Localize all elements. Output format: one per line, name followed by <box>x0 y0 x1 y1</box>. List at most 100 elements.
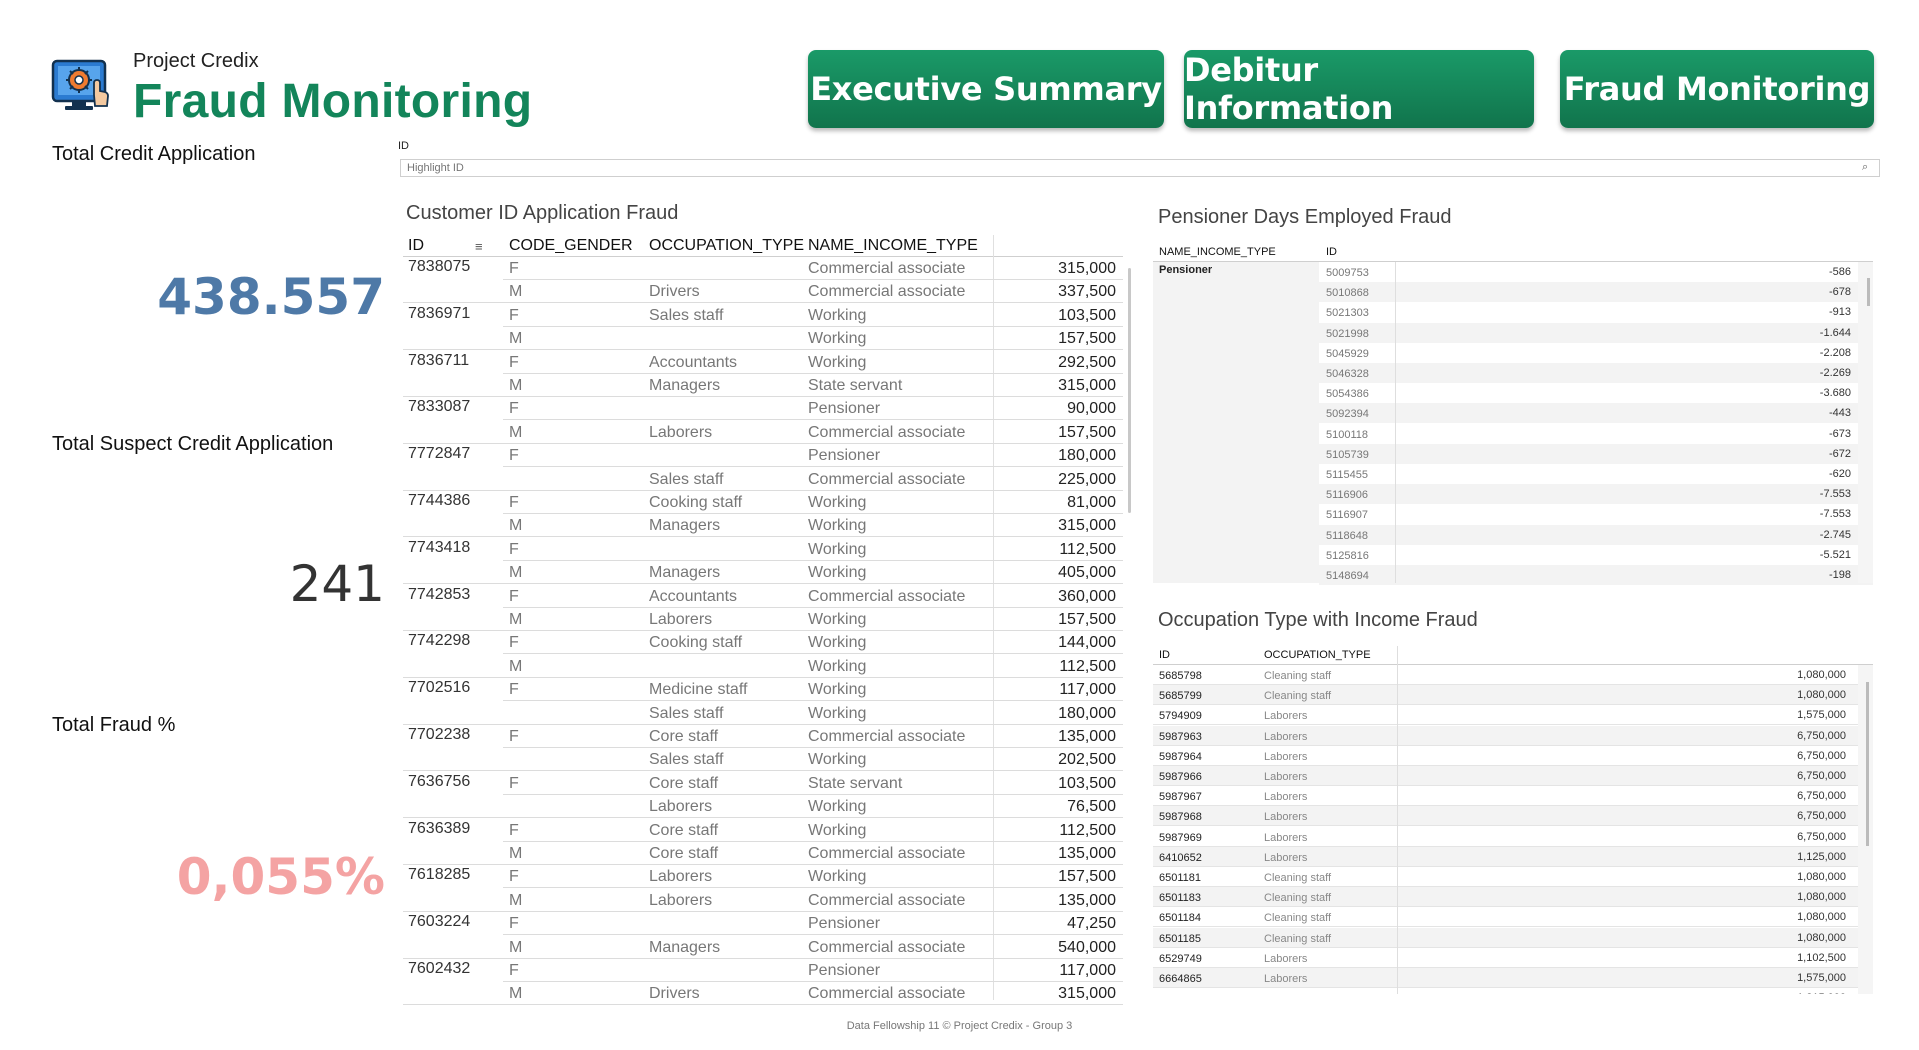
table-row[interactable]: 5987969 Laborers 6,750,000 <box>1153 827 1858 847</box>
table-row[interactable]: 7833087 F Pensioner 90,000 <box>403 397 1123 421</box>
table-row[interactable]: 5115455 -620 <box>1319 464 1873 484</box>
column-header-id[interactable]: ID <box>1326 246 1337 258</box>
cell-id: 5021303 <box>1326 307 1369 320</box>
cell-id: 6501184 <box>1159 912 1202 925</box>
table-row[interactable]: M Managers Working 405,000 <box>403 561 1123 585</box>
table-row[interactable]: 5021998 -1.644 <box>1319 322 1873 343</box>
table-row[interactable]: 7836971 F Sales staff Working 103,500 <box>403 304 1123 327</box>
table-row[interactable]: 5987964 Laborers 6,750,000 <box>1153 746 1858 766</box>
sort-icon[interactable]: ≡ <box>475 239 483 254</box>
footer-text: Data Fellowship 11 © Project Credix - Gr… <box>846 1020 1073 1032</box>
column-header-gender[interactable]: CODE_GENDER <box>509 237 633 255</box>
table-row[interactable]: 5054386 -3.680 <box>1319 383 1873 403</box>
cell-amount: 135,000 <box>1058 845 1116 862</box>
column-header-id[interactable]: ID <box>408 237 424 255</box>
table-row[interactable]: M Working 157,500 <box>403 327 1123 351</box>
scrollbar[interactable] <box>1128 268 1131 513</box>
table-row[interactable]: 7603224 F Pensioner 47,250 <box>403 912 1123 936</box>
table-row[interactable]: 6501181 Cleaning staff 1,080,000 <box>1153 867 1858 887</box>
table-row[interactable]: 7702238 F Core staff Commercial associate 13… <box>403 725 1123 748</box>
table-row[interactable]: 5045929 -2.208 <box>1319 343 1873 363</box>
highlight-id-input[interactable] <box>400 159 1880 177</box>
cell-occupation: Managers <box>649 517 721 535</box>
table-row[interactable]: M Laborers Working 157,500 <box>403 608 1123 631</box>
cell-days-employed: -2.208 <box>1819 346 1851 359</box>
table-row[interactable]: 7742298 F Cooking staff Working 144,000 <box>403 631 1123 655</box>
column-header-id[interactable]: ID <box>1159 649 1170 661</box>
row-divider <box>403 1004 1123 1006</box>
table-row[interactable]: 6501183 Cleaning staff 1,080,000 <box>1153 887 1858 908</box>
table-row[interactable]: M Managers State servant 315,000 <box>403 374 1123 397</box>
table-row[interactable]: 5987966 Laborers 6,750,000 <box>1153 766 1858 786</box>
table-row[interactable]: Laborers Working 76,500 <box>403 795 1123 819</box>
table-row[interactable]: Sales staff Working 202,500 <box>403 748 1123 772</box>
table-row[interactable]: 5046328 -2.269 <box>1319 363 1873 383</box>
table-row[interactable]: 5010868 -678 <box>1319 282 1873 303</box>
table-row[interactable]: 7636389 F Core staff Working 112,500 <box>403 819 1123 842</box>
table-row[interactable]: 7838075 F Commercial associate 315,000 <box>403 257 1123 280</box>
table-row[interactable]: 5987963 Laborers 6,750,000 <box>1153 725 1858 746</box>
table-row[interactable]: M Laborers Commercial associate 135,000 <box>403 889 1123 912</box>
table-row[interactable]: 5021303 -913 <box>1319 302 1873 322</box>
column-divider <box>1395 262 1396 583</box>
table-row[interactable]: 5685799 Cleaning staff 1,080,000 <box>1153 685 1858 706</box>
column-header-income-type[interactable]: NAME_INCOME_TYPE <box>1159 246 1276 258</box>
table-row[interactable]: 5105739 -672 <box>1319 443 1873 464</box>
table-row[interactable]: 5148694 -198 <box>1319 565 1873 585</box>
table-row[interactable]: M Laborers Commercial associate 157,500 <box>403 421 1123 444</box>
table-row[interactable]: 5116907 -7.553 <box>1319 504 1873 524</box>
table-row[interactable]: 7742853 F Accountants Commercial associate 3… <box>403 585 1123 608</box>
table-row[interactable]: M Drivers Commercial associate 315,000 <box>403 982 1123 1006</box>
scrollbar[interactable] <box>1866 682 1869 846</box>
table-row[interactable]: M Managers Working 315,000 <box>403 514 1123 538</box>
cell-amount: 315,000 <box>1058 985 1116 1003</box>
cell-occupation: Laborers <box>649 611 713 628</box>
table-row[interactable]: 7836711 F Accountants Working 292,500 <box>403 351 1123 374</box>
table-row[interactable]: 7743418 F Working 112,500 <box>403 538 1123 561</box>
table-row[interactable]: 5116906 -7.553 <box>1319 484 1873 505</box>
scrollbar[interactable] <box>1867 278 1870 306</box>
cell-income-type: Commercial associate <box>808 845 966 862</box>
table-row[interactable]: 7618285 F Laborers Working 157,500 <box>403 865 1123 889</box>
executive-summary-button[interactable]: Executive Summary <box>808 50 1164 128</box>
table-row[interactable]: 5987968 Laborers 6,750,000 <box>1153 806 1858 827</box>
table-row[interactable]: M Drivers Commercial associate 337,500 <box>403 280 1123 304</box>
cell-amount: 315,000 <box>1058 517 1116 535</box>
table-row[interactable]: 5794909 Laborers 1,575,000 <box>1153 705 1858 726</box>
table-row[interactable]: 7744386 F Cooking staff Working 81,000 <box>403 491 1123 514</box>
table-row[interactable]: Sales staff Commercial associate 225,000 <box>403 468 1123 491</box>
table-row[interactable]: M Working 112,500 <box>403 655 1123 678</box>
fraud-monitoring-button[interactable]: Fraud Monitoring <box>1560 50 1874 128</box>
table-row[interactable]: 6501184 Cleaning staff 1,080,000 <box>1153 907 1858 928</box>
table-row[interactable]: 7702516 F Medicine staff Working 117,000 <box>403 678 1123 702</box>
cell-id: 6501185 <box>1159 932 1202 945</box>
table-row[interactable]: 5118648 -2.745 <box>1319 524 1873 545</box>
column-header-income-type[interactable]: NAME_INCOME_TYPE <box>808 237 978 255</box>
column-header-occupation[interactable]: OCCUPATION_TYPE <box>1264 649 1371 661</box>
cell-occupation: Laborers <box>1264 730 1308 743</box>
cell-amount: 540,000 <box>1058 938 1116 956</box>
cell-amount: 315,000 <box>1058 377 1116 394</box>
cell-occupation: Sales staff <box>649 751 724 769</box>
table-row[interactable]: 5009753 -586 <box>1319 262 1873 282</box>
table-header: NAME_INCOME_TYPE ID <box>1153 243 1873 262</box>
table-row[interactable]: 6529749 Laborers 1,102,500 <box>1153 948 1858 968</box>
table-row[interactable]: 6501185 Cleaning staff 1,080,000 <box>1153 927 1858 948</box>
column-header-occupation[interactable]: OCCUPATION_TYPE <box>649 237 804 255</box>
table-row[interactable]: M Core staff Commercial associate 135,000 <box>403 842 1123 865</box>
table-row[interactable]: 5685798 Cleaning staff 1,080,000 <box>1153 665 1858 685</box>
table-row[interactable]: 6743545 Sales staff 1,215,000 <box>1153 988 1858 994</box>
table-row[interactable]: 5125816 -5.521 <box>1319 545 1873 565</box>
table-row[interactable]: M Managers Commercial associate 540,000 <box>403 936 1123 959</box>
table-row[interactable]: 5092394 -443 <box>1319 403 1873 424</box>
table-row[interactable]: 6410652 Laborers 1,125,000 <box>1153 846 1858 867</box>
table-row[interactable]: 7636756 F Core staff State servant 103,500 <box>403 772 1123 795</box>
table-row[interactable]: 7772847 F Pensioner 180,000 <box>403 444 1123 468</box>
table-row[interactable]: Sales staff Working 180,000 <box>403 702 1123 725</box>
debitur-information-button[interactable]: Debitur Information <box>1184 50 1534 128</box>
table-row[interactable]: 7602432 F Pensioner 117,000 <box>403 959 1123 982</box>
search-icon[interactable]: ⌕ <box>1862 161 1868 174</box>
table-row[interactable]: 5100118 -673 <box>1319 424 1873 444</box>
table-row[interactable]: 6664865 Laborers 1,575,000 <box>1153 968 1858 988</box>
table-row[interactable]: 5987967 Laborers 6,750,000 <box>1153 786 1858 807</box>
